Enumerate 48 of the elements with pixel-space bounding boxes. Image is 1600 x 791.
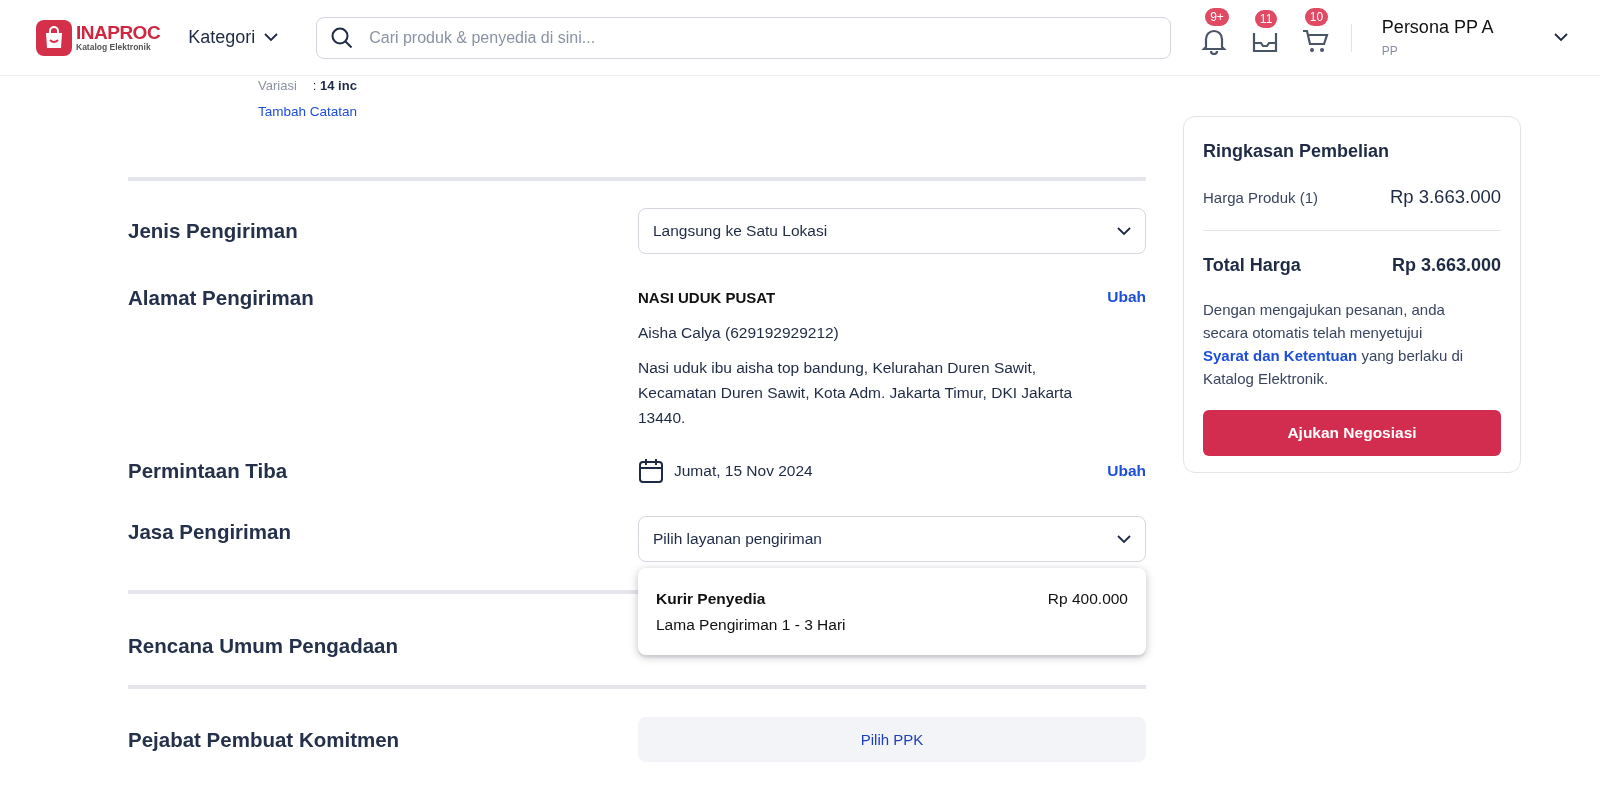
search-box[interactable]: Cari produk & penyedia di sini... bbox=[316, 16, 1172, 59]
chevron-down-icon bbox=[264, 33, 279, 42]
option-duration: Lama Pengiriman 1 - 3 Hari bbox=[656, 616, 846, 634]
field-label: Pejabat Pembuat Komitmen bbox=[128, 727, 401, 752]
address-name: NASI UDUK PUSAT bbox=[638, 288, 776, 306]
edit-link[interactable]: Ubah bbox=[1107, 288, 1146, 306]
summary-title: Ringkasan Pembelian bbox=[1203, 141, 1391, 162]
cart-icon[interactable] bbox=[1300, 27, 1329, 55]
bell-icon[interactable] bbox=[1201, 27, 1228, 55]
count-badge: 9+ bbox=[1205, 8, 1229, 26]
search-icon bbox=[331, 26, 354, 49]
chevron-down-icon bbox=[1554, 33, 1568, 42]
user-name: Persona PP A bbox=[1381, 17, 1494, 38]
field-label: Jasa Pengiriman bbox=[128, 520, 292, 545]
address-text: Nasi uduk ibu aisha top bandung, Kelurahan Duren Sawit, Kecamatan Duren Sawit, Kota Adm. Jakarta Timur, DKI Jakarta 13440. bbox=[638, 358, 1074, 428]
field-label: Alamat Pengiriman bbox=[128, 286, 315, 311]
shipping-type-dropdown[interactable]: Langsung ke Satu Lokasi bbox=[638, 208, 1146, 254]
ppk-button[interactable]: Pilih PPK bbox=[638, 717, 1146, 762]
arrival-date: Jumat, 15 Nov 2024 bbox=[674, 462, 813, 480]
field-label: Rencana Umum Pengadaan bbox=[128, 634, 399, 658]
terms-link[interactable]: Syarat dan Ketentuan bbox=[1203, 347, 1358, 364]
submit-button[interactable]: Ajukan Negosiasi bbox=[1203, 410, 1501, 456]
variation-label: Variasi bbox=[258, 78, 297, 94]
user-role: PP bbox=[1381, 44, 1399, 58]
category-menu[interactable]: Kategori bbox=[188, 27, 279, 48]
chevron-down-icon bbox=[1117, 226, 1131, 236]
recipient-text: Aisha Calya (629192929212) bbox=[638, 323, 840, 343]
count-badge: 11 bbox=[1254, 10, 1278, 28]
price-label: Harga Produk (1) bbox=[1203, 188, 1319, 206]
add-note-link[interactable]: Tambah Catatan bbox=[258, 104, 358, 119]
field-label: Permintaan Tiba bbox=[128, 459, 289, 483]
shipping-service-dropdown[interactable]: Pilih layanan pengiriman bbox=[638, 516, 1146, 562]
logo-title: INAPROC bbox=[76, 23, 161, 42]
shipping-options-menu[interactable]: Kurir Penyedia Lama Pengiriman 1 - 3 Hari Rp 400.000 bbox=[638, 568, 1146, 655]
price-value: Rp 3.663.000 bbox=[1389, 186, 1501, 208]
calendar-icon bbox=[638, 458, 664, 484]
variation-value: : 14 inc bbox=[312, 78, 357, 94]
terms-text: Dengan mengajukan pesanan, anda secara otomatis telah menyetujui Syarat dan Ketentuan yang berlaku di Katalog Elektronik. bbox=[1203, 300, 1465, 389]
logo-subtitle: Katalog Elektronik bbox=[76, 41, 152, 52]
edit-link[interactable]: Ubah bbox=[1107, 462, 1146, 480]
logo-icon bbox=[36, 19, 72, 56]
total-label: Total Harga bbox=[1203, 255, 1301, 276]
option-name: Kurir Penyedia bbox=[656, 590, 767, 608]
chevron-down-icon bbox=[1117, 534, 1131, 544]
option-price: Rp 400.000 bbox=[1047, 590, 1128, 609]
total-value: Rp 3.663.000 bbox=[1391, 255, 1501, 276]
count-badge: 10 bbox=[1304, 8, 1329, 26]
field-label: Jenis Pengiriman bbox=[128, 219, 299, 243]
